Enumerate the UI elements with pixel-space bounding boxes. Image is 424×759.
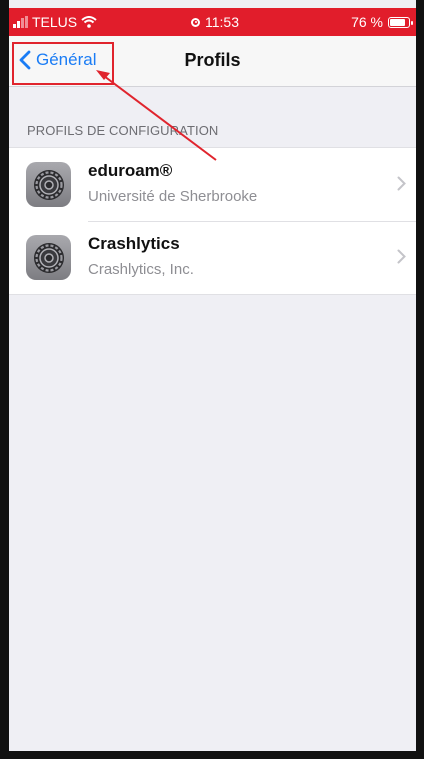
- clock-group: 11:53: [191, 14, 239, 30]
- profile-issuer: Crashlytics, Inc.: [88, 261, 194, 278]
- signal-icon: [13, 16, 28, 28]
- carrier-label: TELUS: [32, 14, 78, 30]
- wifi-icon: [81, 16, 97, 28]
- battery-icon: [388, 16, 413, 28]
- chevron-right-icon: [397, 176, 406, 191]
- profile-name: Crashlytics: [88, 234, 180, 253]
- carrier-group: TELUS: [13, 14, 97, 30]
- settings-gear-icon: [26, 235, 71, 280]
- clock-time: 11:53: [205, 14, 239, 30]
- profiles-list: eduroam® Université de Sherbrooke Crashl…: [9, 147, 416, 295]
- status-bar: TELUS 11:53 76 %: [9, 8, 416, 36]
- battery-percent: 76 %: [351, 14, 383, 30]
- battery-group: 76 %: [351, 14, 413, 30]
- profile-name: eduroam®: [88, 161, 173, 180]
- chevron-right-icon: [397, 249, 406, 264]
- section-header: PROFILS DE CONFIGURATION: [27, 123, 219, 138]
- phone-frame: [0, 0, 424, 759]
- profile-row-eduroam[interactable]: eduroam® Université de Sherbrooke: [9, 148, 416, 221]
- page-title: Profils: [184, 50, 241, 70]
- profile-issuer: Université de Sherbrooke: [88, 188, 258, 205]
- navigation-bar: Général Profils: [9, 36, 416, 87]
- profile-row-crashlytics[interactable]: Crashlytics Crashlytics, Inc.: [9, 221, 416, 294]
- alarm-icon: [191, 17, 200, 27]
- settings-gear-icon: [26, 162, 71, 207]
